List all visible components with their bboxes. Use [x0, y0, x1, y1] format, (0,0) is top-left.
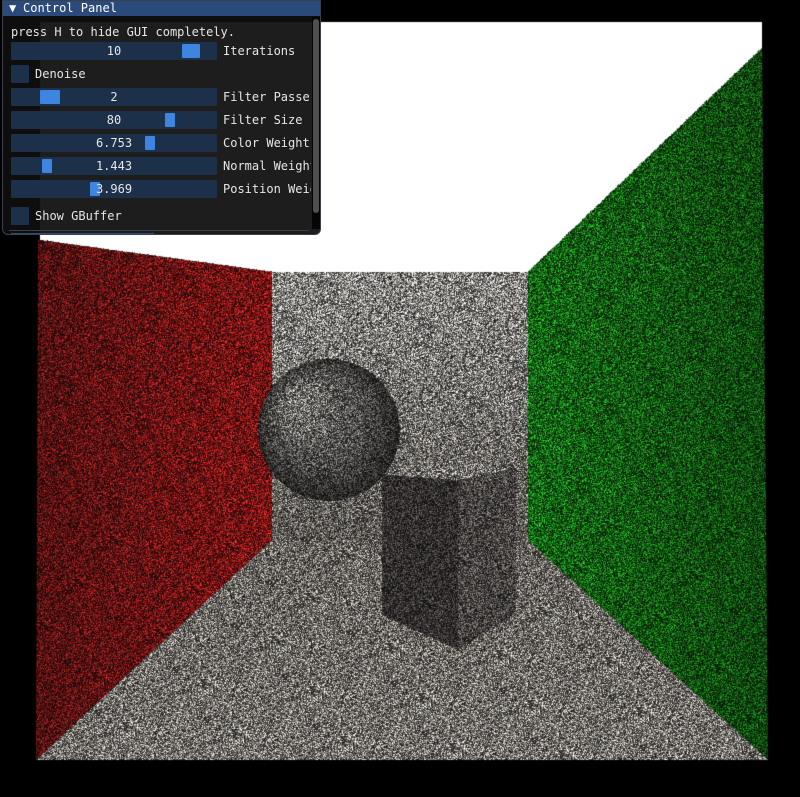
panel-separator — [9, 230, 309, 231]
filter-passes-label: Filter Passes — [223, 90, 311, 104]
triangle-down-icon[interactable]: ▼ — [9, 1, 23, 16]
color-weight-slider-grab[interactable] — [145, 136, 155, 150]
vertical-scrollbar-thumb[interactable] — [313, 19, 319, 213]
denoise-label: Denoise — [35, 67, 86, 81]
vertical-scrollbar[interactable] — [312, 17, 320, 229]
normal-weight-slider[interactable] — [11, 157, 217, 175]
color-weight-label: Color Weight — [223, 136, 310, 150]
hide-gui-hint: press H to hide GUI completely. — [11, 25, 235, 39]
control-panel-title: Control Panel — [23, 1, 117, 15]
iterations-slider[interactable] — [11, 42, 217, 60]
control-panel-title-bar[interactable]: ▼ Control Panel — [3, 1, 320, 16]
show-gbuffer-label: Show GBuffer — [35, 209, 122, 223]
normal-weight-label: Normal Weight — [223, 159, 311, 173]
control-panel-window[interactable]: ▼ Control Panel press H to hide GUI compl… — [2, 0, 321, 235]
position-weight-slider[interactable] — [11, 180, 217, 198]
iterations-slider-grab[interactable] — [182, 44, 200, 58]
filter-passes-slider[interactable] — [11, 88, 217, 106]
show-gbuffer-checkbox[interactable] — [11, 207, 29, 225]
horizontal-scrollbar[interactable] — [11, 233, 154, 234]
filter-size-slider-grab[interactable] — [165, 113, 175, 127]
position-weight-label: Position Weight — [223, 182, 311, 196]
filter-passes-slider-grab[interactable] — [40, 90, 60, 104]
normal-weight-slider-grab[interactable] — [42, 159, 52, 173]
iterations-label: Iterations — [223, 44, 296, 58]
denoise-checkbox[interactable] — [11, 65, 29, 83]
filter-size-label: Filter Size — [223, 113, 303, 127]
color-weight-slider[interactable] — [11, 134, 217, 152]
position-weight-slider-grab[interactable] — [90, 182, 100, 196]
filter-size-slider[interactable] — [11, 111, 217, 129]
